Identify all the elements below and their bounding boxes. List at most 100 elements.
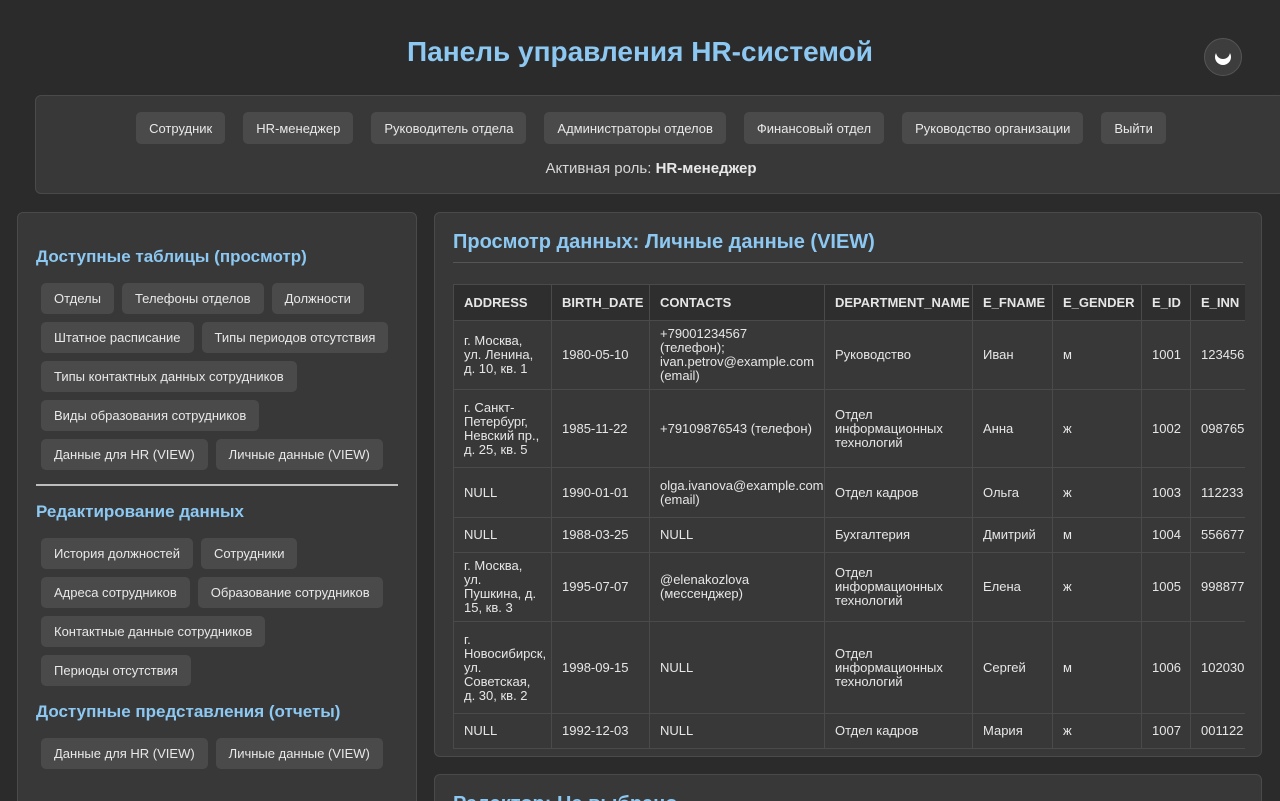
edit-tables-group: История должностей Сотрудники Адреса сотру…	[36, 538, 398, 686]
table-row[interactable]: г. Москва, ул. Ленина, д. 10, кв. 1 1980-…	[453, 320, 1245, 390]
moon-icon	[1215, 47, 1231, 65]
table-cell: 1980-05-10	[551, 320, 650, 390]
edit-table-button-4[interactable]: Контактные данные сотрудников	[41, 616, 266, 647]
table-cell: ж	[1052, 552, 1142, 622]
table-cell: NULL	[453, 517, 552, 553]
edit-table-button-3[interactable]: Образование сотрудников	[197, 577, 383, 608]
column-header[interactable]: DEPARTMENT_NAME	[824, 284, 973, 321]
view-table-button-2[interactable]: Должности	[271, 283, 364, 314]
table-cell: Отдел информационных технологий	[824, 552, 973, 622]
view-table-button-4[interactable]: Типы периодов отсутствия	[201, 322, 389, 353]
view-tables-group: Отделы Телефоны отделов Должности Штатное р…	[36, 283, 398, 470]
view-table-button-6[interactable]: Виды образования сотрудников	[41, 400, 260, 431]
table-header-row: ADDRESS BIRTH_DATE CONTACTS DEPARTMENT_NAME…	[453, 284, 1245, 321]
role-panel: Сотрудник HR-менеджер Руководитель отдела А…	[35, 95, 1280, 194]
table-cell: 102030	[1190, 621, 1245, 714]
active-role-label: Активная роль:	[545, 160, 652, 177]
table-cell: Иван	[972, 320, 1053, 390]
report-button-0[interactable]: Данные для HR (VIEW)	[41, 738, 208, 769]
table-scroll-container[interactable]: ADDRESS BIRTH_DATE CONTACTS DEPARTMENT_NAME…	[453, 284, 1245, 749]
table-cell: 1990-01-01	[551, 467, 650, 518]
table-cell: NULL	[453, 467, 552, 518]
table-cell: 123456	[1190, 320, 1245, 390]
table-cell: Дмитрий	[972, 517, 1053, 553]
active-role-value: HR-менеджер	[655, 160, 757, 177]
table-cell: olga.ivanova@example.com (email)	[649, 467, 825, 518]
table-cell: @elenakozlova (мессенджер)	[649, 552, 825, 622]
table-cell: г. Москва, ул. Пушкина, д. 15, кв. 3	[453, 552, 552, 622]
role-button-0[interactable]: Сотрудник	[136, 112, 226, 144]
column-header[interactable]: E_GENDER	[1052, 284, 1142, 321]
view-table-button-8[interactable]: Личные данные (VIEW)	[215, 439, 383, 470]
main-panel: Просмотр данных: Личные данные (VIEW) AD…	[434, 212, 1262, 757]
divider	[36, 484, 398, 486]
table-cell: NULL	[649, 517, 825, 553]
table-cell: Мария	[972, 713, 1053, 749]
column-header[interactable]: ADDRESS	[453, 284, 552, 321]
table-cell: 1004	[1141, 517, 1191, 553]
role-button-2[interactable]: Руководитель отдела	[371, 112, 527, 144]
table-cell: Руководство	[824, 320, 973, 390]
table-cell: ж	[1052, 467, 1142, 518]
table-row[interactable]: NULL 1990-01-01 olga.ivanova@example.com (…	[453, 467, 1245, 518]
table-cell: 1985-11-22	[551, 389, 650, 468]
page-title: Панель управления HR-системой	[407, 36, 873, 67]
table-cell: +79109876543 (телефон)	[649, 389, 825, 468]
view-table-button-5[interactable]: Типы контактных данных сотрудников	[41, 361, 297, 392]
table-cell: м	[1052, 621, 1142, 714]
column-header[interactable]: E_ID	[1141, 284, 1191, 321]
table-cell: ж	[1052, 389, 1142, 468]
edit-table-button-5[interactable]: Периоды отсутствия	[41, 655, 191, 686]
table-cell: 1988-03-25	[551, 517, 650, 553]
editor-panel: Редактор: Не выбрано	[434, 774, 1262, 801]
view-table-button-3[interactable]: Штатное расписание	[41, 322, 194, 353]
table-cell: г. Москва, ул. Ленина, д. 10, кв. 1	[453, 320, 552, 390]
reports-section-title: Доступные представления (отчеты)	[36, 702, 341, 721]
table-cell: Сергей	[972, 621, 1053, 714]
role-button-5[interactable]: Руководство организации	[902, 112, 1084, 144]
edit-table-button-0[interactable]: История должностей	[41, 538, 194, 569]
table-cell: 1005	[1141, 552, 1191, 622]
role-button-6[interactable]: Выйти	[1101, 112, 1166, 144]
table-cell: +79001234567 (телефон); ivan.petrov@exam…	[649, 320, 825, 390]
view-table-button-0[interactable]: Отделы	[41, 283, 114, 314]
table-row[interactable]: NULL 1992-12-03 NULL Отдел кадров Мария ж 1007…	[453, 713, 1245, 749]
view-section-title: Доступные таблицы (просмотр)	[36, 247, 307, 266]
view-table-button-7[interactable]: Данные для HR (VIEW)	[41, 439, 208, 470]
column-header[interactable]: BIRTH_DATE	[551, 284, 650, 321]
sidebar: Доступные таблицы (просмотр) Отделы Телеф…	[17, 212, 417, 801]
main-title: Просмотр данных: Личные данные (VIEW)	[453, 231, 1243, 263]
active-role: Активная роль: HR-менеджер	[36, 160, 1266, 177]
role-button-1[interactable]: HR-менеджер	[243, 112, 354, 144]
edit-table-button-1[interactable]: Сотрудники	[201, 538, 298, 569]
table-cell: NULL	[649, 713, 825, 749]
report-button-1[interactable]: Личные данные (VIEW)	[215, 738, 383, 769]
table-cell: Елена	[972, 552, 1053, 622]
table-cell: 001122	[1190, 713, 1245, 749]
view-table-button-1[interactable]: Телефоны отделов	[121, 283, 264, 314]
role-button-4[interactable]: Финансовый отдел	[743, 112, 885, 144]
table-cell: Отдел кадров	[824, 713, 973, 749]
column-header[interactable]: E_FNAME	[972, 284, 1053, 321]
table-cell: NULL	[649, 621, 825, 714]
table-cell: 1006	[1141, 621, 1191, 714]
theme-toggle-button[interactable]	[1204, 38, 1242, 76]
table-cell: 1003	[1141, 467, 1191, 518]
edit-table-button-2[interactable]: Адреса сотрудников	[41, 577, 190, 608]
table-row[interactable]: г. Санкт-Петербург, Невский пр., д. 25, …	[453, 389, 1245, 468]
table-cell: Отдел кадров	[824, 467, 973, 518]
table-cell: 1002	[1141, 389, 1191, 468]
table-cell: Отдел информационных технологий	[824, 389, 973, 468]
reports-group: Данные для HR (VIEW) Личные данные (VIEW)	[36, 738, 398, 769]
column-header[interactable]: CONTACTS	[649, 284, 825, 321]
table-cell: 1998-09-15	[551, 621, 650, 714]
table-cell: Отдел информационных технологий	[824, 621, 973, 714]
column-header[interactable]: E_INN	[1190, 284, 1245, 321]
table-cell: 1995-07-07	[551, 552, 650, 622]
table-row[interactable]: г. Москва, ул. Пушкина, д. 15, кв. 3 1995…	[453, 552, 1245, 622]
table-row[interactable]: NULL 1988-03-25 NULL Бухгалтерия Дмитрий м 100…	[453, 517, 1245, 553]
role-button-3[interactable]: Администраторы отделов	[544, 112, 726, 144]
table-row[interactable]: г. Новосибирск, ул. Советская, д. 30, кв…	[453, 621, 1245, 714]
table-cell: г. Санкт-Петербург, Невский пр., д. 25, …	[453, 389, 552, 468]
table-cell: 556677	[1190, 517, 1245, 553]
